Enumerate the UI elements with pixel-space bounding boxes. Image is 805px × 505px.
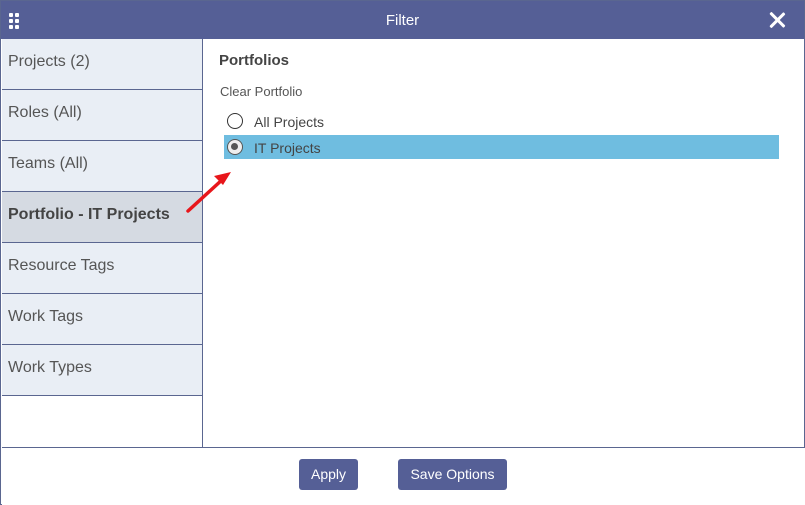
portfolio-panel: Portfolios Clear Portfolio All Projects … <box>204 39 804 447</box>
option-label: All Projects <box>254 114 325 130</box>
clear-portfolio-link[interactable]: Clear Portfolio <box>220 84 302 99</box>
close-icon[interactable] <box>768 11 786 29</box>
radio-button[interactable] <box>227 113 243 129</box>
radio-dot <box>231 143 238 150</box>
filter-category-sidebar: Projects (2) Roles (All) Teams (All) Por… <box>2 39 203 447</box>
title-bar[interactable]: Filter <box>1 1 804 39</box>
dialog-footer: Apply Save Options <box>2 447 805 505</box>
section-title: Portfolios <box>219 52 289 69</box>
annotation-arrow-icon <box>186 172 231 213</box>
sidebar-item-resource-tags[interactable]: Resource Tags <box>2 243 202 294</box>
sidebar-item-projects[interactable]: Projects (2) <box>2 39 202 90</box>
filter-dialog: Filter Projects (2) Roles (All) Teams (A… <box>0 0 805 505</box>
apply-button[interactable]: Apply <box>299 459 358 490</box>
sidebar-item-roles[interactable]: Roles (All) <box>2 90 202 141</box>
sidebar-item-work-types[interactable]: Work Types <box>2 345 202 396</box>
radio-button-checked[interactable] <box>227 139 243 155</box>
sidebar-item-work-tags[interactable]: Work Tags <box>2 294 202 345</box>
option-label: IT Projects <box>254 140 321 156</box>
dialog-title: Filter <box>385 12 420 29</box>
sidebar-item-teams[interactable]: Teams (All) <box>2 141 202 192</box>
option-it-projects[interactable]: IT Projects <box>224 135 779 159</box>
option-all-projects[interactable]: All Projects <box>224 109 779 133</box>
sidebar-item-portfolio[interactable]: Portfolio - IT Projects <box>2 192 202 243</box>
save-options-button[interactable]: Save Options <box>398 459 507 490</box>
